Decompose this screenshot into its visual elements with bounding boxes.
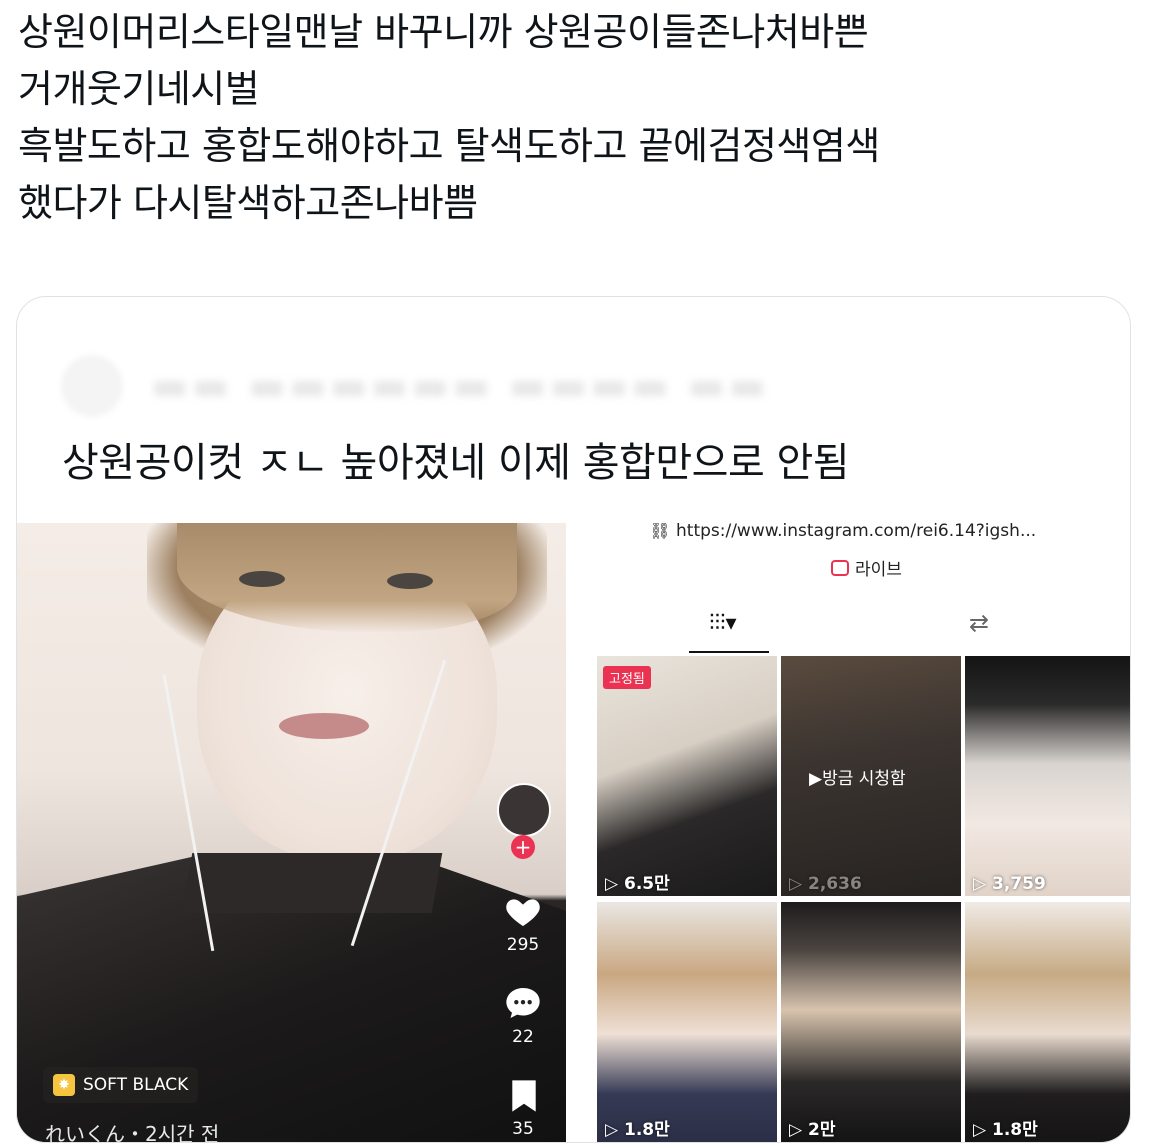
pinned-badge: 고정됨 [603, 666, 651, 689]
repost-tab-icon: ⇄ [969, 609, 990, 637]
sound-badge[interactable]: ✸ SOFT BLACK [43, 1067, 199, 1103]
profile-link: ⛓ https://www.instagram.com/rei6.14?igsh… [649, 523, 1037, 541]
sound-label: SOFT BLACK [83, 1075, 189, 1095]
live-link: 라이브 [831, 555, 902, 580]
follow-plus-icon[interactable]: + [511, 835, 535, 859]
heart-icon[interactable] [503, 891, 543, 931]
tweet-line: 상원이머리스타일맨날 바꾸니까 상원공이들존나처바쁜 [18, 10, 869, 54]
quoted-tweet-header-blurred: ▬▬ ▬▬▬▬▬▬ ▬▬▬▬ ▬▬ [61, 349, 961, 417]
live-label: 라이브 [855, 560, 902, 580]
tweet-line: 흑발도하고 홍합도해야하고 탈색도하고 끝에검정색염색 [18, 124, 880, 168]
active-tab-indicator [689, 651, 769, 653]
view-count: ▷ 2만 [789, 1120, 836, 1140]
grid-video-cell: ▷ 3,759 [965, 656, 1130, 896]
grid-video-cell: 고정됨 ▷ 6.5만 [597, 656, 777, 896]
grid-tab-icon: ⫶⫶⫶▾ [709, 611, 737, 636]
likes-count: 295 [506, 935, 540, 955]
link-icon: ⛓ [649, 523, 676, 541]
lips-shape [279, 713, 369, 739]
tweet-line: 거개웃기네시벌 [18, 67, 260, 111]
view-count: ▷ 1.8만 [605, 1120, 670, 1140]
grid-video-cell: ▷ 2만 [781, 902, 961, 1142]
avatar [61, 355, 123, 417]
blurred-author: ▬▬ ▬▬▬▬▬▬ ▬▬▬▬ ▬▬ [151, 363, 770, 409]
comments-count: 22 [512, 1027, 534, 1047]
watched-label: ▶방금 시청함 [809, 769, 906, 789]
collar-shape [181, 853, 443, 913]
media-image-profile-grid[interactable]: ⛓ https://www.instagram.com/rei6.14?igsh… [569, 523, 1130, 1142]
grid-video-cell: ▶방금 시청함 ▷ 2,636 [781, 656, 961, 896]
live-icon [831, 559, 849, 576]
tweet-line: 했다가 다시탈색하고존나바쁨 [18, 181, 478, 225]
username-caption: れいくん・2시간 전 [45, 1122, 220, 1142]
eye-shape [239, 571, 285, 587]
eye-shape [387, 573, 433, 589]
profile-tabs: ⫶⫶⫶▾ ⇄ [569, 593, 1130, 653]
quoted-tweet-text: 상원공이컷 ㅈㄴ 높아졌네 이제 홍합만으로 안됨 [62, 440, 850, 486]
view-count: ▷ 2,636 [789, 874, 862, 894]
view-count: ▷ 1.8만 [973, 1120, 1038, 1140]
sparkle-icon: ✸ [53, 1074, 75, 1096]
grid-video-cell: ▷ 1.8만 [965, 902, 1130, 1142]
view-count: ▷ 3,759 [973, 874, 1046, 894]
video-grid: 고정됨 ▷ 6.5만 ▶방금 시청함 ▷ 2,636 ▷ 3,759 ▷ 1.8… [597, 656, 1130, 1142]
media-image-video-screenshot[interactable]: + 295 22 35 ✸ SOFT BLACK れいくん・2시간 전 [17, 523, 566, 1142]
quoted-tweet-card[interactable]: ▬▬ ▬▬▬▬▬▬ ▬▬▬▬ ▬▬ 상원공이컷 ㅈㄴ 높아졌네 이제 홍합만으로… [16, 296, 1131, 1143]
view-count: ▷ 6.5만 [605, 874, 670, 894]
comment-icon[interactable] [503, 983, 543, 1023]
bookmark-icon[interactable] [511, 1079, 537, 1113]
saves-count: 35 [512, 1119, 534, 1139]
media-grid: + 295 22 35 ✸ SOFT BLACK れいくん・2시간 전 ⛓ ht… [17, 523, 1130, 1142]
grid-video-cell: ▷ 1.8만 [597, 902, 777, 1142]
tweet-text: 상원이머리스타일맨날 바꾸니까 상원공이들존나처바쁜 거개웃기네시벌 흑발도하고… [18, 4, 1143, 232]
creator-avatar[interactable] [497, 783, 551, 837]
